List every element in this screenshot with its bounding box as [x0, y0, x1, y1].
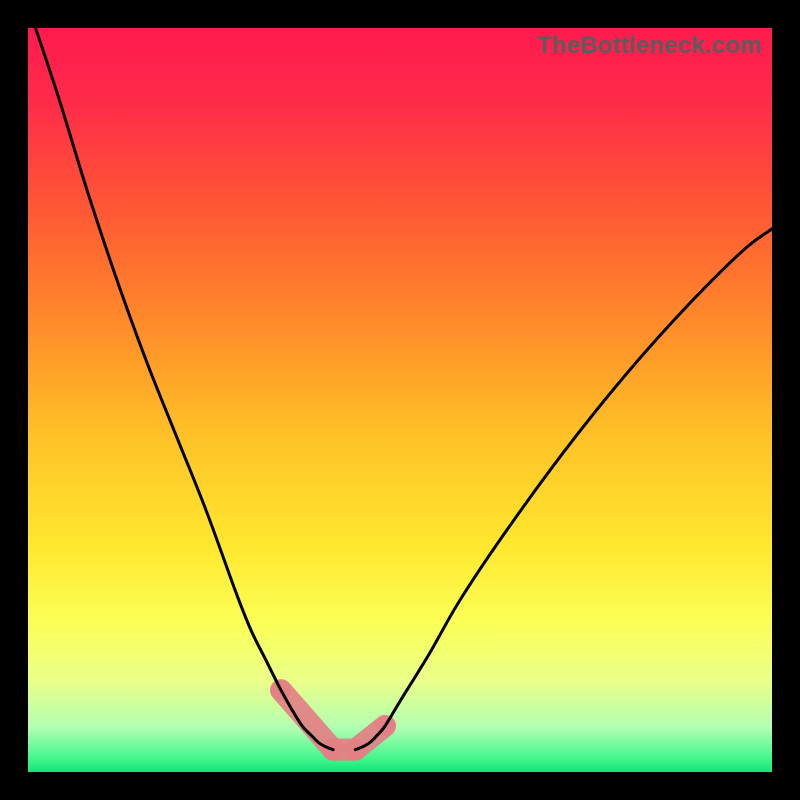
- right-curve: [355, 229, 772, 750]
- curve-group: [28, 28, 772, 750]
- curves-layer: [28, 28, 772, 772]
- highlight-segment-0: [281, 690, 333, 750]
- chart-frame: TheBottleneck.com: [0, 0, 800, 800]
- plot-area: TheBottleneck.com: [28, 28, 772, 772]
- highlight-region: [271, 680, 395, 760]
- left-curve: [28, 28, 333, 750]
